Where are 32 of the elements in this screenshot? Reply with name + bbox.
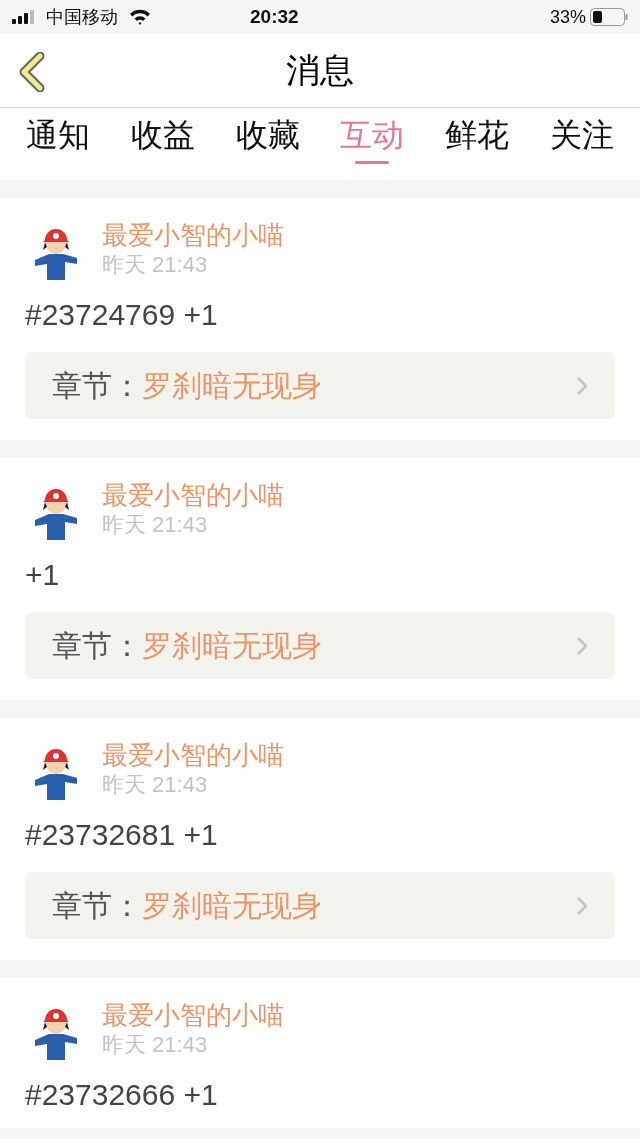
page-title: 消息	[286, 50, 354, 91]
chapter-link[interactable]: 章节：罗刹暗无现身	[25, 872, 615, 939]
message-content: +1	[25, 557, 61, 593]
chevron-right-icon	[576, 635, 588, 656]
tab[interactable]: 关注	[550, 108, 614, 180]
chapter-label: 章节：	[52, 628, 142, 664]
chapter-title: 罗刹暗无现身	[142, 368, 322, 404]
clock-time: 20:32	[250, 4, 299, 29]
chevron-right-icon	[576, 895, 588, 916]
tab[interactable]: 通知	[26, 108, 90, 180]
chapter-title: 罗刹暗无现身	[142, 888, 322, 924]
active-tab-underline	[355, 161, 390, 164]
message-content: #23732681 +1	[25, 817, 219, 853]
message-time: 昨天 21:43	[102, 251, 209, 279]
chapter-link[interactable]: 章节：罗刹暗无现身	[25, 612, 615, 679]
message-content: #23732666 +1	[25, 1077, 219, 1113]
message-time: 昨天 21:43	[102, 1031, 209, 1059]
tab[interactable]: 收藏	[235, 108, 300, 180]
message-content: #23724769 +1	[25, 297, 219, 333]
chapter-label: 章节：	[52, 888, 142, 924]
carrier-name: 中国移动	[46, 5, 118, 29]
chapter-title: 罗刹暗无现身	[142, 628, 322, 664]
wifi-icon	[128, 8, 152, 26]
message-time: 昨天 21:43	[102, 511, 209, 539]
battery-percentage: 33%	[549, 5, 586, 29]
tab[interactable]: 收益	[130, 108, 195, 180]
chapter-label: 章节：	[52, 368, 142, 404]
chapter-link[interactable]: 章节：罗刹暗无现身	[25, 352, 615, 419]
battery-icon	[590, 8, 628, 26]
chevron-right-icon	[576, 375, 588, 396]
tab[interactable]: 鲜花	[445, 108, 510, 180]
message-time: 昨天 21:43	[102, 771, 209, 799]
